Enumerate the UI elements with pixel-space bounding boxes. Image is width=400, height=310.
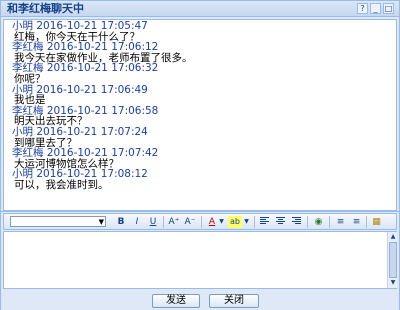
send-button[interactable]: 发送 bbox=[152, 294, 200, 308]
unordered-list-button[interactable]: ≡ bbox=[351, 216, 362, 228]
message-header: 李红梅 2016-10-21 17:06:32 bbox=[12, 63, 392, 74]
message-header: 小明 2016-10-21 17:07:24 bbox=[12, 127, 392, 138]
message: 李红梅 2016-10-21 17:06:58 明天出去玩不？ bbox=[12, 105, 392, 127]
toolbar-separator bbox=[366, 216, 367, 228]
message-history: 小明 2016-10-21 17:05:47 红梅，你今天在干什么了？ 李红梅 … bbox=[3, 19, 397, 211]
message: 小明 2016-10-21 17:08:12 可以，我会准时到。 bbox=[12, 169, 392, 190]
message-header: 小明 2016-10-21 17:05:47 bbox=[12, 21, 392, 32]
message: 李红梅 2016-10-21 17:07:42 大运河博物馆怎么样？ bbox=[12, 148, 392, 169]
message: 小明 2016-10-21 17:07:24 到哪里去了？ bbox=[12, 127, 392, 148]
toolbar-separator bbox=[163, 216, 164, 228]
italic-button[interactable]: I bbox=[132, 216, 142, 228]
window-title: 和李红梅聊天中 bbox=[7, 2, 84, 15]
increase-font-size-button[interactable]: A⁺ bbox=[168, 216, 180, 228]
message: 小明 2016-10-21 17:05:47 红梅，你今天在干什么了？ bbox=[12, 21, 392, 42]
bold-button[interactable]: B bbox=[116, 216, 126, 228]
message-input[interactable] bbox=[3, 231, 397, 289]
message-timestamp: 2016-10-21 17:06:49 bbox=[36, 83, 148, 96]
chevron-down-icon[interactable]: ▼ bbox=[218, 216, 225, 228]
message: 李红梅 2016-10-21 17:06:12 我今天在家做作业，老师布置了很多… bbox=[12, 42, 392, 63]
message-timestamp: 2016-10-21 17:06:32 bbox=[46, 62, 159, 75]
message: 李红梅 2016-10-21 17:06:32 你呢？ bbox=[12, 63, 392, 84]
pane-splitter[interactable] bbox=[1, 211, 399, 212]
toolbar-separator bbox=[201, 216, 202, 228]
close-button[interactable]: 关闭 bbox=[209, 294, 259, 308]
source-edit-button[interactable]: ▦ bbox=[371, 216, 382, 228]
help-button[interactable]: ? bbox=[357, 3, 368, 14]
font-select[interactable]: ▼ bbox=[10, 216, 106, 227]
toolbar-separator bbox=[307, 216, 308, 228]
chevron-down-icon[interactable]: ▼ bbox=[243, 216, 250, 228]
message-text: 可以，我会准时到。 bbox=[14, 178, 109, 191]
message-header: 小明 2016-10-21 17:06:49 bbox=[12, 83, 392, 96]
align-right-button[interactable] bbox=[292, 217, 301, 226]
align-left-button[interactable] bbox=[260, 217, 269, 226]
chat-window: 和李红梅聊天中 ? _ □ 小明 2016-10-21 17:05:47 红梅，… bbox=[0, 0, 400, 310]
title-bar: 和李红梅聊天中 ? _ □ bbox=[1, 1, 399, 17]
input-scrollbar[interactable]: ▲ ▼ bbox=[387, 232, 397, 288]
align-center-button[interactable] bbox=[276, 217, 285, 226]
ordered-list-button[interactable]: ≡ bbox=[335, 216, 346, 228]
minimize-button[interactable]: _ bbox=[370, 3, 381, 14]
insert-link-button[interactable]: ◉ bbox=[313, 216, 324, 228]
maximize-button[interactable]: □ bbox=[383, 3, 394, 14]
scroll-down-icon[interactable]: ▼ bbox=[389, 279, 397, 287]
underline-button[interactable]: U bbox=[148, 216, 158, 228]
decrease-font-size-button[interactable]: A⁻ bbox=[184, 216, 196, 228]
scroll-up-icon[interactable]: ▲ bbox=[389, 233, 397, 241]
button-bar: 发送 关闭 bbox=[1, 290, 399, 310]
scroll-thumb[interactable] bbox=[389, 242, 397, 278]
chevron-down-icon: ▼ bbox=[98, 218, 104, 226]
toolbar-separator bbox=[329, 216, 330, 228]
message: 小明 2016-10-21 17:06:49 我也是 bbox=[12, 83, 392, 106]
format-toolbar: ▼ B I U A⁺ A⁻ A ▼ ab ▼ ◉ ≡ ≡ ▦ bbox=[3, 213, 397, 230]
font-color-button[interactable]: A bbox=[207, 216, 217, 228]
toolbar-separator bbox=[254, 216, 255, 228]
highlight-color-button[interactable]: ab bbox=[228, 216, 242, 228]
